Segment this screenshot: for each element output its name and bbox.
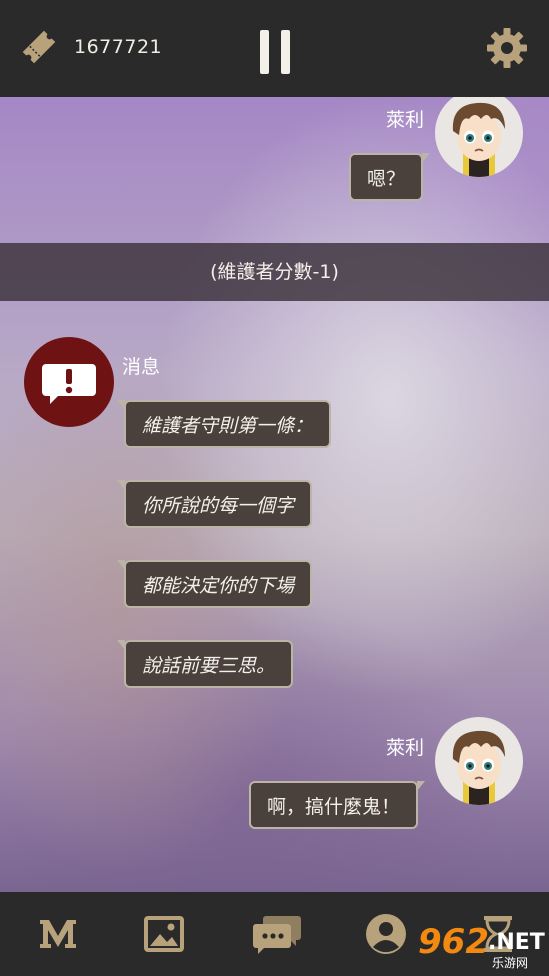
score-change-banner: (維護者分數-1) [0, 243, 549, 301]
system-message-line: 維護者守則第一條： [116, 400, 332, 448]
ticket-icon[interactable] [18, 26, 60, 68]
profile-icon[interactable] [364, 912, 408, 956]
system-message-line: 都能決定你的下場 [116, 560, 313, 608]
riley-avatar[interactable] [435, 717, 523, 805]
watermark-net: .NET [488, 930, 545, 955]
score-counter: 1677721 [74, 36, 163, 58]
speaker-name: 萊利 [386, 109, 425, 131]
speaker-name: 萊利 [386, 737, 425, 759]
riley-avatar[interactable] [435, 97, 523, 177]
m-logo-icon[interactable] [36, 912, 80, 956]
watermark-number: 962 [418, 922, 489, 962]
chat-icon[interactable] [252, 912, 302, 956]
gallery-icon[interactable] [142, 912, 186, 956]
pause-button[interactable] [258, 30, 292, 74]
system-message-line: 你所說的每一個字 [116, 480, 313, 528]
chat-area[interactable]: 萊利 嗯？ (維護者分數-1) 消息 維護者守則第一條： 你所說的每一個字 都能… [0, 97, 549, 892]
chat-bubble: 啊，搞什麼鬼！ [249, 781, 426, 829]
pause-icon [260, 30, 269, 74]
top-bar: 1677721 [0, 0, 549, 97]
system-message-line: 說話前要三思。 [116, 640, 294, 688]
gear-icon[interactable] [486, 27, 528, 69]
system-speaker-name: 消息 [122, 356, 161, 378]
watermark: 962 .NET 乐游网 [416, 922, 546, 974]
watermark-sub: 乐游网 [492, 956, 529, 970]
alert-message-icon [24, 337, 114, 427]
chat-bubble: 嗯？ [349, 153, 431, 201]
